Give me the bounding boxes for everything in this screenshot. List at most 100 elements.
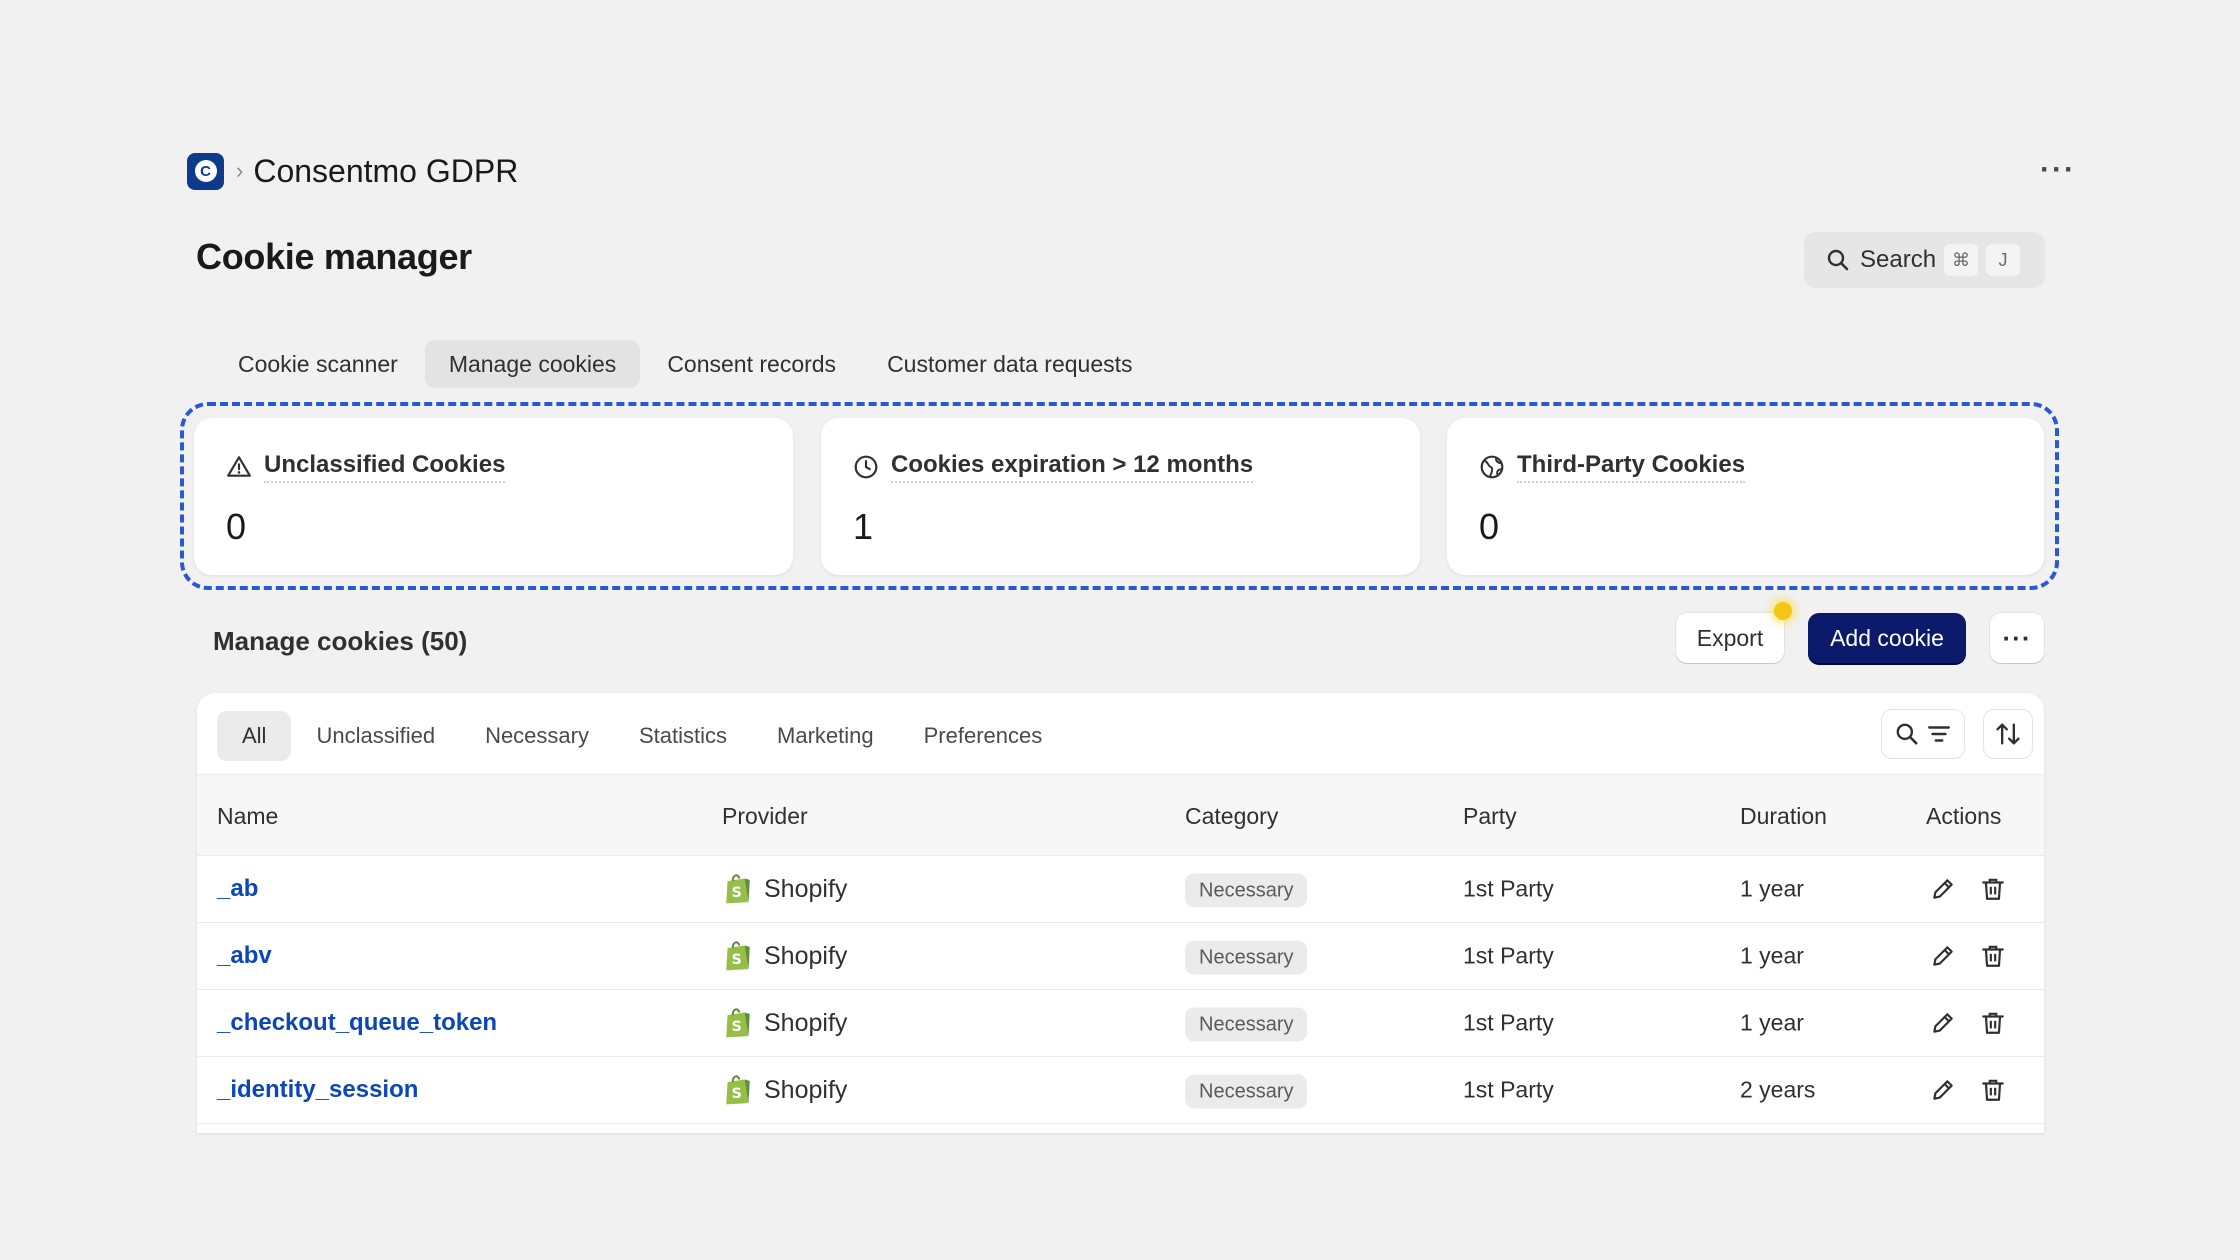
edit-button[interactable] bbox=[1927, 940, 1959, 972]
pencil-icon bbox=[1933, 946, 1953, 966]
section-more-actions-button[interactable]: ··· bbox=[1990, 613, 2044, 663]
stat-header: Third-Party Cookies bbox=[1479, 451, 1746, 483]
search-button[interactable]: Search ⌘ J bbox=[1804, 232, 2045, 288]
delete-button[interactable] bbox=[1977, 1074, 2009, 1106]
delete-button[interactable] bbox=[1977, 940, 2009, 972]
app-header: C › Consentmo GDPR bbox=[187, 151, 2240, 191]
table-row: _checkout_queue_token S Shopify Necessar… bbox=[197, 990, 2044, 1057]
tab-consent-records[interactable]: Consent records bbox=[643, 340, 860, 388]
duration-cell: 1 year bbox=[1740, 942, 1804, 969]
stat-header: Unclassified Cookies bbox=[226, 451, 506, 483]
category-badge: Necessary bbox=[1185, 940, 1308, 975]
provider-name: Shopify bbox=[764, 874, 848, 903]
shopify-bag-icon: S bbox=[726, 941, 750, 971]
breadcrumb-chevron-icon: › bbox=[236, 158, 244, 183]
provider-name: Shopify bbox=[764, 1075, 848, 1104]
column-header-name[interactable]: Name bbox=[217, 803, 278, 830]
delete-button[interactable] bbox=[1977, 1007, 2009, 1039]
trash-icon bbox=[1982, 878, 2004, 900]
edit-button[interactable] bbox=[1927, 1074, 1959, 1106]
main-tabs: Cookie scanner Manage cookies Consent re… bbox=[214, 340, 1160, 388]
duration-cell: 1 year bbox=[1740, 1009, 1804, 1036]
consentmo-logo-icon[interactable]: C bbox=[187, 152, 224, 190]
shopify-bag-icon: S bbox=[726, 1008, 750, 1038]
category-cell: Necessary bbox=[1185, 1007, 1308, 1042]
filter-marketing[interactable]: Marketing bbox=[752, 711, 899, 761]
shortcut-key-command: ⌘ bbox=[1944, 244, 1979, 276]
stat-label: Third-Party Cookies bbox=[1517, 451, 1746, 483]
duration-cell: 2 years bbox=[1740, 1076, 1816, 1103]
stat-value: 0 bbox=[226, 506, 247, 547]
cookie-name-link[interactable]: _abv bbox=[217, 942, 272, 970]
filter-lines-icon bbox=[1928, 726, 1950, 742]
provider-name: Shopify bbox=[764, 1008, 848, 1037]
app-more-actions-button[interactable]: ··· bbox=[2040, 150, 2076, 190]
shopify-bag-icon: S bbox=[726, 1075, 750, 1105]
party-cell: 1st Party bbox=[1463, 875, 1554, 902]
column-header-party[interactable]: Party bbox=[1463, 803, 1517, 830]
svg-text:S: S bbox=[732, 952, 742, 968]
column-header-duration[interactable]: Duration bbox=[1740, 803, 1827, 830]
app-name[interactable]: Consentmo GDPR bbox=[253, 153, 518, 190]
filter-preferences[interactable]: Preferences bbox=[899, 711, 1068, 761]
cursor-highlight bbox=[1774, 602, 1792, 620]
stat-label: Unclassified Cookies bbox=[264, 451, 506, 483]
stat-value: 0 bbox=[1479, 506, 1500, 547]
table-header: Name Provider Category Party Duration Ac… bbox=[197, 774, 2044, 856]
add-cookie-button[interactable]: Add cookie bbox=[1808, 613, 1966, 663]
globe-icon bbox=[1480, 455, 1504, 479]
column-header-provider[interactable]: Provider bbox=[722, 803, 808, 830]
shortcut-key-j: J bbox=[1986, 244, 2021, 276]
search-label: Search bbox=[1860, 246, 1937, 273]
provider-cell: S Shopify bbox=[722, 1006, 847, 1040]
svg-text:S: S bbox=[732, 885, 742, 901]
column-header-category[interactable]: Category bbox=[1185, 803, 1278, 830]
category-cell: Necessary bbox=[1185, 1074, 1308, 1109]
stat-card-expiration: Cookies expiration > 12 months 1 bbox=[821, 418, 1420, 575]
category-badge: Necessary bbox=[1185, 1007, 1308, 1042]
stat-header: Cookies expiration > 12 months bbox=[853, 451, 1254, 483]
trash-icon bbox=[1982, 1012, 2004, 1034]
category-filters: All Unclassified Necessary Statistics Ma… bbox=[217, 711, 1067, 761]
cookie-name-link[interactable]: _identity_session bbox=[217, 1076, 418, 1104]
provider-cell: S Shopify bbox=[722, 1073, 847, 1107]
app-page: C › Consentmo GDPR ··· Cookie manager Se… bbox=[0, 0, 2240, 1260]
stat-label: Cookies expiration > 12 months bbox=[891, 451, 1254, 483]
pencil-icon bbox=[1933, 879, 1953, 899]
edit-button[interactable] bbox=[1927, 1007, 1959, 1039]
svg-text:S: S bbox=[732, 1019, 742, 1035]
stat-card-third-party: Third-Party Cookies 0 bbox=[1447, 418, 2044, 575]
app-icon-glyph: C bbox=[194, 160, 217, 182]
tab-customer-data-requests[interactable]: Customer data requests bbox=[863, 340, 1156, 388]
filter-necessary[interactable]: Necessary bbox=[460, 711, 614, 761]
delete-button[interactable] bbox=[1977, 873, 2009, 905]
sort-button[interactable] bbox=[1984, 710, 2032, 758]
export-button[interactable]: Export bbox=[1676, 613, 1784, 663]
search-filter-button[interactable] bbox=[1882, 710, 1964, 758]
provider-cell: S Shopify bbox=[722, 939, 847, 973]
category-cell: Necessary bbox=[1185, 873, 1308, 908]
provider-cell: S Shopify bbox=[722, 872, 847, 906]
section-title: Manage cookies (50) bbox=[213, 626, 468, 656]
stat-card-unclassified: Unclassified Cookies 0 bbox=[194, 418, 793, 575]
stat-value: 1 bbox=[853, 506, 874, 547]
table-row: _ab S Shopify Necessary 1st Party 1 year bbox=[197, 856, 2044, 923]
party-cell: 1st Party bbox=[1463, 1009, 1554, 1036]
filter-all[interactable]: All bbox=[217, 711, 292, 761]
tab-manage-cookies[interactable]: Manage cookies bbox=[424, 340, 641, 388]
table-row: _abv S Shopify Necessary 1st Party 1 yea… bbox=[197, 923, 2044, 990]
edit-button[interactable] bbox=[1927, 873, 1959, 905]
filter-unclassified[interactable]: Unclassified bbox=[291, 711, 460, 761]
duration-cell: 1 year bbox=[1740, 875, 1804, 902]
tab-cookie-scanner[interactable]: Cookie scanner bbox=[214, 340, 422, 388]
filter-statistics[interactable]: Statistics bbox=[614, 711, 752, 761]
category-badge: Necessary bbox=[1185, 1074, 1308, 1109]
pencil-icon bbox=[1933, 1080, 1953, 1100]
sort-arrows-icon bbox=[1996, 723, 2020, 745]
party-cell: 1st Party bbox=[1463, 942, 1554, 969]
trash-icon bbox=[1982, 945, 2004, 967]
cookie-name-link[interactable]: _ab bbox=[217, 875, 258, 903]
shopify-bag-icon: S bbox=[726, 874, 750, 904]
cookie-name-link[interactable]: _checkout_queue_token bbox=[217, 1009, 497, 1037]
search-icon bbox=[1896, 723, 1918, 745]
